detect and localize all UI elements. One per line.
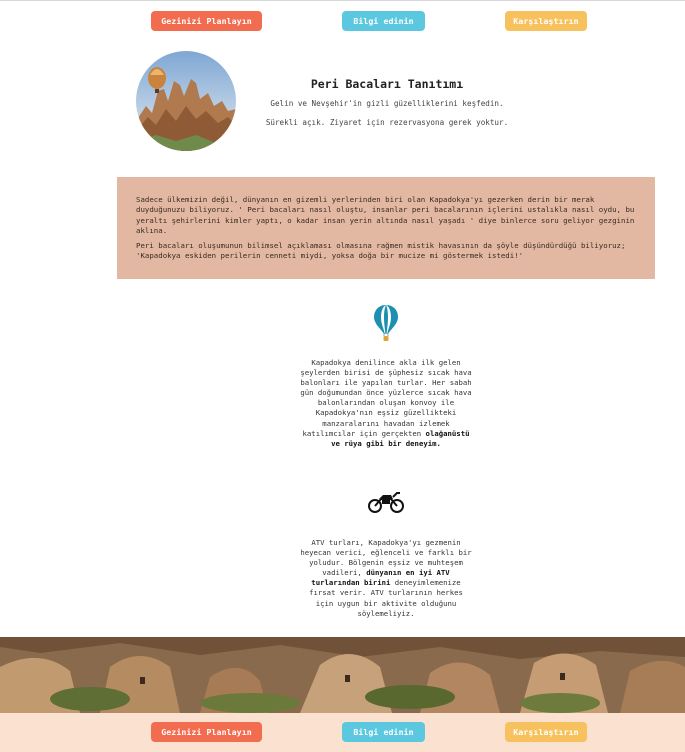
page-title: Peri Bacaları Tanıtımı [310,77,464,91]
hero-image [136,51,236,151]
hero-subtitle: Gelin ve Nevşehir'in gizli güzelliklerin… [270,99,504,108]
atv-feature-text: ATV turları, Kapadokya'yı gezmenin heyec… [300,538,472,619]
hot-air-balloon-icon [373,304,399,346]
landscape-banner [0,637,685,713]
footer-plan-trip-button[interactable]: Gezinizi Planlayın [151,722,262,742]
balloon-text: Kapadokya denilince akla ilk gelen şeyle… [300,358,472,438]
hero-note: Sürekli açık. Ziyaret için rezervasyona … [265,118,509,127]
footer-nav: Gezinizi Planlayın Bilgi edinin Karşılaş… [0,722,685,742]
description-paragraph: Sadece ülkemizin değil, dünyanın en gize… [136,195,635,235]
description-box: Sadece ülkemizin değil, dünyanın en gize… [117,177,655,279]
compare-button[interactable]: Karşılaştırın [505,11,587,31]
balloon-feature-text: Kapadokya denilince akla ilk gelen şeyle… [300,358,472,449]
get-info-button[interactable]: Bilgi edinin [342,11,425,31]
plan-trip-button[interactable]: Gezinizi Planlayın [151,11,262,31]
top-divider [0,0,685,1]
footer-compare-button[interactable]: Karşılaştırın [505,722,587,742]
motorcycle-icon [367,490,405,518]
footer: Gezinizi Planlayın Bilgi edinin Karşılaş… [0,713,685,752]
footer-get-info-button[interactable]: Bilgi edinin [342,722,425,742]
description-paragraph: Peri bacaları oluşumunun bilimsel açıkla… [136,241,626,261]
top-nav: Gezinizi Planlayın Bilgi edinin Karşılaş… [0,11,685,31]
